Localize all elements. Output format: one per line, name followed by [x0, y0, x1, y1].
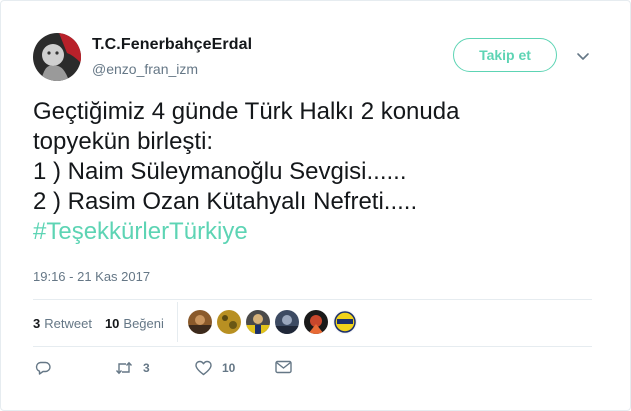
- direct-message-button[interactable]: [275, 360, 292, 374]
- user-avatar[interactable]: [33, 33, 81, 81]
- retweet-action-count: 3: [143, 361, 150, 375]
- liker-avatar[interactable]: [275, 310, 299, 334]
- follow-button[interactable]: Takip et: [453, 38, 557, 72]
- retweet-icon: [115, 360, 133, 376]
- like-stat-label: Beğeni: [123, 315, 164, 331]
- like-action-count: 10: [222, 361, 236, 375]
- liker-avatar[interactable]: [188, 310, 212, 334]
- tweet-line: 2 ) Rasim Ozan Kütahyalı Nefreti.....: [33, 188, 418, 215]
- heart-icon: [195, 360, 212, 376]
- hashtag-link[interactable]: #TeşekkürlerTürkiye: [33, 217, 603, 247]
- retweet-stat[interactable]: 3 Retweet: [33, 316, 92, 331]
- retweet-stat-count: 3: [33, 315, 41, 331]
- liker-avatar[interactable]: [246, 310, 270, 334]
- user-display-name[interactable]: T.C.FenerbahçeErdal: [92, 36, 252, 54]
- liker-avatar[interactable]: [217, 310, 241, 334]
- tweet-line: 1 ) Naim Süleymanoğlu Sevgisi......: [33, 158, 407, 185]
- retweet-button[interactable]: 3: [115, 360, 150, 376]
- liker-avatar[interactable]: [333, 310, 357, 334]
- tweet-text: Geçtiğimiz 4 günde Türk Halkı 2 konuda t…: [33, 97, 603, 247]
- like-button[interactable]: 10: [195, 360, 235, 376]
- reply-icon: [35, 360, 51, 376]
- stats-separator: [177, 302, 178, 342]
- divider: [33, 299, 592, 300]
- tweet-stats: 3 Retweet 10 Beğeni: [33, 312, 177, 334]
- tweet-timestamp[interactable]: 19:16 - 21 Kas 2017: [33, 269, 150, 284]
- tweet-line: Geçtiğimiz 4 günde Türk Halkı 2 konuda: [33, 98, 460, 125]
- chevron-down-icon[interactable]: [576, 49, 590, 60]
- liker-avatar[interactable]: [304, 310, 328, 334]
- reply-button[interactable]: [35, 360, 51, 376]
- divider: [33, 346, 592, 347]
- like-stat[interactable]: 10 Beğeni: [105, 316, 164, 331]
- user-handle[interactable]: @enzo_fran_izm: [92, 61, 198, 77]
- like-stat-count: 10: [104, 315, 120, 331]
- retweet-stat-label: Retweet: [44, 315, 92, 331]
- envelope-icon: [275, 360, 292, 374]
- tweet-line: topyekün birleşti:: [33, 128, 214, 155]
- liker-avatars: [188, 310, 362, 334]
